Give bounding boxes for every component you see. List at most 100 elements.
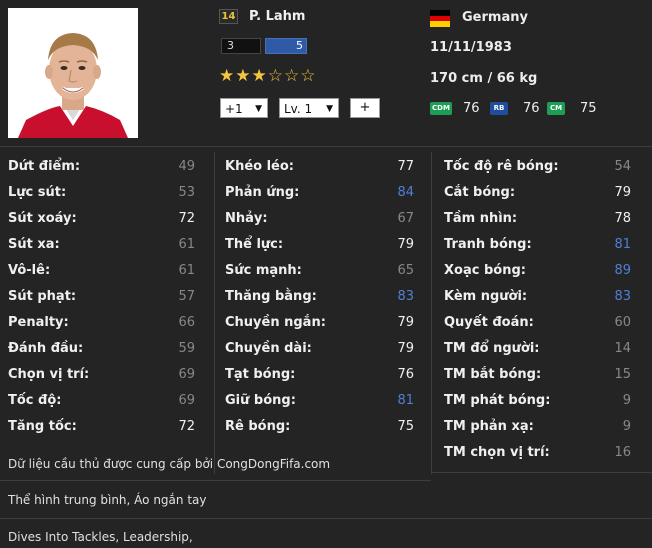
stat-value: 81	[397, 393, 414, 408]
stat-row: Giữ bóng: 81	[225, 393, 414, 413]
stat-label: Chọn vị trí:	[8, 367, 90, 382]
birth-date: 11/11/1983	[430, 40, 512, 55]
star-empty-icon: ☆	[267, 66, 284, 86]
divider	[0, 146, 652, 147]
body-type-info: Thể hình trung bình, Áo ngắn tay	[8, 493, 207, 507]
star-empty-icon: ☆	[284, 66, 301, 86]
stat-row: Quyết đoán: 60	[444, 315, 631, 335]
upgrade-select[interactable]: +1 ▼	[220, 98, 268, 118]
stat-label: Vô-lê:	[8, 263, 51, 278]
player-name: P. Lahm	[249, 9, 306, 24]
stat-value: 61	[178, 237, 195, 252]
stat-value: 15	[614, 367, 631, 382]
stat-value: 53	[178, 185, 195, 200]
star-filled-icon: ★	[251, 66, 268, 86]
stat-row: Nhảy: 67	[225, 211, 414, 231]
stat-row: Chuyền ngắn: 79	[225, 315, 414, 335]
stat-value: 79	[397, 315, 414, 330]
stat-label: Tranh bóng:	[444, 237, 532, 252]
stat-row: Cắt bóng: 79	[444, 185, 631, 205]
stat-value: 54	[614, 159, 631, 174]
stat-row: Rê bóng: 75	[225, 419, 414, 439]
stat-row: Penalty: 66	[8, 315, 195, 335]
stat-value: 83	[397, 289, 414, 304]
stat-value: 67	[397, 211, 414, 226]
position-rating-cm: 75	[580, 101, 597, 116]
star-rating: ★★★☆☆☆	[219, 66, 317, 86]
stat-value: 72	[178, 419, 195, 434]
stat-value: 77	[397, 159, 414, 174]
stat-label: Tầm nhìn:	[444, 211, 518, 226]
stat-value: 14	[614, 341, 631, 356]
stat-value: 9	[622, 393, 631, 408]
add-button[interactable]: +	[350, 98, 380, 118]
stat-row: Tốc độ rê bóng: 54	[444, 159, 631, 179]
stat-label: Đánh đầu:	[8, 341, 84, 356]
skill-moves-rating: 5	[265, 38, 307, 54]
stat-row: Xoạc bóng: 89	[444, 263, 631, 283]
stat-value: 61	[178, 263, 195, 278]
stat-value: 75	[397, 419, 414, 434]
stat-label: Giữ bóng:	[225, 393, 296, 408]
stat-row: Thăng bằng: 83	[225, 289, 414, 309]
stat-row: Chọn vị trí: 69	[8, 367, 195, 387]
stat-label: Thể lực:	[225, 237, 284, 252]
stat-label: Penalty:	[8, 315, 69, 330]
player-card: 14 P. Lahm 3 5 ★★★☆☆☆ +1 ▼ Lv. 1 ▼ + Ger…	[0, 0, 652, 548]
stat-value: 78	[614, 211, 631, 226]
stat-row: Sút xoáy: 72	[8, 211, 195, 231]
stat-label: TM phát bóng:	[444, 393, 551, 408]
divider	[431, 472, 652, 473]
stat-row: Lực sút: 53	[8, 185, 195, 205]
stat-label: Cắt bóng:	[444, 185, 516, 200]
stat-row: Thể lực: 79	[225, 237, 414, 257]
stat-value: 81	[614, 237, 631, 252]
stat-label: Sức mạnh:	[225, 263, 302, 278]
stat-label: Lực sút:	[8, 185, 67, 200]
position-badge-cm: CM	[547, 102, 565, 115]
stat-row: Sức mạnh: 65	[225, 263, 414, 283]
stat-row: Khéo léo: 77	[225, 159, 414, 179]
stat-value: 65	[397, 263, 414, 278]
star-filled-icon: ★	[235, 66, 252, 86]
stat-row: TM phản xạ: 9	[444, 419, 631, 439]
column-divider	[214, 152, 215, 474]
stat-value: 89	[614, 263, 631, 278]
stat-value: 79	[397, 237, 414, 252]
stat-value: 79	[397, 341, 414, 356]
stat-value: 84	[397, 185, 414, 200]
stat-label: Tốc độ rê bóng:	[444, 159, 559, 174]
stat-label: Sút xa:	[8, 237, 60, 252]
stat-value: 60	[614, 315, 631, 330]
stat-row: TM chọn vị trí: 16	[444, 445, 631, 465]
stat-row: Tốc độ: 69	[8, 393, 195, 413]
stat-value: 69	[178, 393, 195, 408]
chevron-down-icon: ▼	[326, 104, 333, 114]
stat-row: Đánh đầu: 59	[8, 341, 195, 361]
divider	[0, 480, 431, 481]
star-empty-icon: ☆	[300, 66, 317, 86]
source-link[interactable]: CongDongFifa.com	[217, 457, 330, 471]
stat-row: Phản ứng: 84	[225, 185, 414, 205]
season-badge: 14	[219, 9, 238, 24]
stat-value: 59	[178, 341, 195, 356]
stat-label: Thăng bằng:	[225, 289, 317, 304]
stat-label: Phản ứng:	[225, 185, 300, 200]
divider	[0, 518, 652, 519]
stat-value: 83	[614, 289, 631, 304]
stat-label: Sút phạt:	[8, 289, 77, 304]
source-note: Dữ liệu cầu thủ được cung cấp bởi CongDo…	[8, 457, 330, 471]
stat-label: Sút xoáy:	[8, 211, 77, 226]
stat-value: 57	[178, 289, 195, 304]
position-badge-cdm: CDM	[430, 102, 452, 115]
position-badge-rb: RB	[490, 102, 508, 115]
source-note-text: Dữ liệu cầu thủ được cung cấp bởi	[8, 457, 217, 471]
stat-label: Tốc độ:	[8, 393, 62, 408]
stat-row: Dứt điểm: 49	[8, 159, 195, 179]
stat-value: 9	[622, 419, 631, 434]
column-divider	[431, 152, 432, 474]
level-select[interactable]: Lv. 1 ▼	[279, 98, 339, 118]
weak-foot-rating: 3	[221, 38, 261, 54]
stat-label: Chuyền dài:	[225, 341, 312, 356]
stat-value: 79	[614, 185, 631, 200]
